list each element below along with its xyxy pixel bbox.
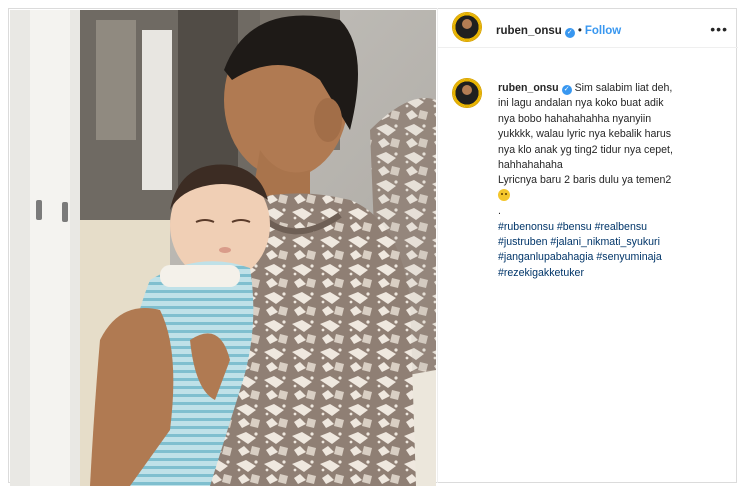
caption-text: ini lagu andalan nya koko buat adik [498, 97, 664, 110]
caption-first-line: ruben_onsu ✓ Sim salabim liat deh, [498, 81, 730, 96]
caption-text: Lyricnya baru 2 baris dulu ya temen2 [498, 174, 672, 187]
more-options-icon[interactable]: ••• [710, 21, 728, 37]
header-separator: • [577, 25, 582, 37]
caption-text: Sim salabim liat deh, [574, 82, 673, 94]
header-username[interactable]: ruben_onsu [496, 25, 562, 37]
hashtag-link[interactable]: #rezekigakketuker [498, 266, 730, 281]
hashtag-link[interactable]: #rubenonsu #bensu #realbensu [498, 220, 730, 235]
caption-dot: . [498, 205, 501, 218]
caption-text: nya bobo hahahahahha nyanyiin [498, 112, 652, 125]
grinning-face-emoji-icon [498, 188, 510, 201]
caption-username[interactable]: ruben_onsu [498, 82, 559, 94]
hashtag-block: #rubenonsu #bensu #realbensu #justruben … [498, 220, 730, 282]
header-user-row: ruben_onsu ✓ • Follow [496, 21, 621, 39]
hashtag-link[interactable]: #justruben #jalani_nikmati_syukuri [498, 235, 730, 250]
video-frame-illustration [10, 10, 436, 486]
post-header: ruben_onsu ✓ • Follow ••• [438, 8, 738, 48]
caption-emoji-line [498, 188, 730, 204]
avatar-icon[interactable] [452, 12, 482, 42]
verified-badge-icon: ✓ [561, 85, 572, 95]
post-caption: ruben_onsu ✓ Sim salabim liat deh, ini la… [498, 81, 730, 281]
caption-text: nya klo anak yg ting2 tidur nya cepet, [498, 143, 673, 156]
post-sidebar: ruben_onsu ✓ • Follow ••• ruben_onsu ✓ Sim s… [437, 8, 738, 483]
verified-badge-icon: ✓ [564, 28, 575, 38]
caption-text: yukkkk, walau lyric nya kebalik harus [498, 128, 672, 141]
comment-avatar-icon[interactable] [452, 78, 482, 108]
hashtag-link[interactable]: #janganlupabahagia #senyuminaja [498, 250, 730, 265]
caption-text: hahhahahaha [498, 159, 563, 172]
post-video[interactable] [10, 10, 436, 486]
follow-button[interactable]: Follow [585, 25, 621, 37]
